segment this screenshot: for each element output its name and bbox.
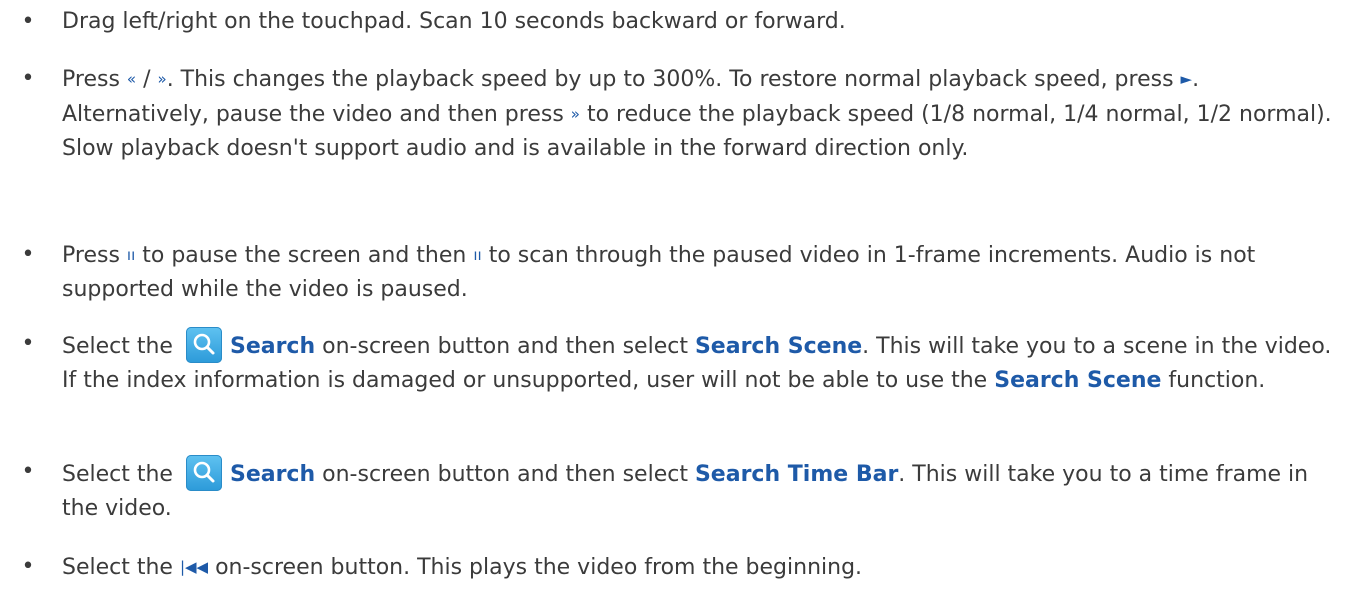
- list-item: • Drag left/right on the touchpad. Scan …: [8, 5, 1338, 39]
- search-scene-label: Search Scene: [994, 368, 1162, 393]
- search-label: Search: [229, 334, 316, 359]
- list-item: • Select the Search on-screen button and…: [8, 327, 1338, 398]
- play-icon: ►: [1180, 70, 1193, 88]
- list-item: • Press ıı to pause the screen and then …: [8, 238, 1338, 307]
- search-time-bar-label: Search Time Bar: [694, 462, 899, 487]
- search-icon: [185, 455, 222, 491]
- skip-back-icon: |◀◀: [179, 558, 209, 576]
- list-item-text: Press « / ». This changes the playback s…: [62, 67, 1332, 161]
- fast-forward-icon: »: [570, 105, 580, 123]
- list-item-text: Select the Search on-screen button and t…: [62, 327, 1338, 398]
- bullet: •: [21, 242, 35, 267]
- list-item: • Select the Search on-screen button and…: [8, 455, 1338, 526]
- rewind-icon: «: [126, 70, 137, 88]
- pause-icon: ıı: [473, 246, 482, 264]
- bullet: •: [21, 9, 35, 34]
- bullet: •: [21, 66, 35, 91]
- list-item: • Select the |◀◀ on-screen button. This …: [8, 550, 1338, 585]
- search-icon: [185, 327, 222, 363]
- fast-forward-icon: »: [157, 70, 167, 88]
- search-scene-label: Search Scene: [694, 334, 863, 359]
- bullet: •: [21, 459, 35, 484]
- search-label: Search: [229, 462, 316, 487]
- list-item: • Press « / ». This changes the playback…: [8, 62, 1338, 166]
- bullet: •: [21, 331, 35, 356]
- list-item-text: Select the Search on-screen button and t…: [62, 455, 1338, 526]
- pause-icon: ıı: [126, 246, 136, 264]
- list-item-text: Press ıı to pause the screen and then ıı…: [62, 243, 1256, 302]
- list-item-text: Select the |◀◀ on-screen button. This pl…: [62, 555, 863, 580]
- document-page: • Drag left/right on the touchpad. Scan …: [0, 0, 1357, 597]
- bullet: •: [21, 554, 35, 579]
- list-item-text: Drag left/right on the touchpad. Scan 10…: [62, 9, 846, 34]
